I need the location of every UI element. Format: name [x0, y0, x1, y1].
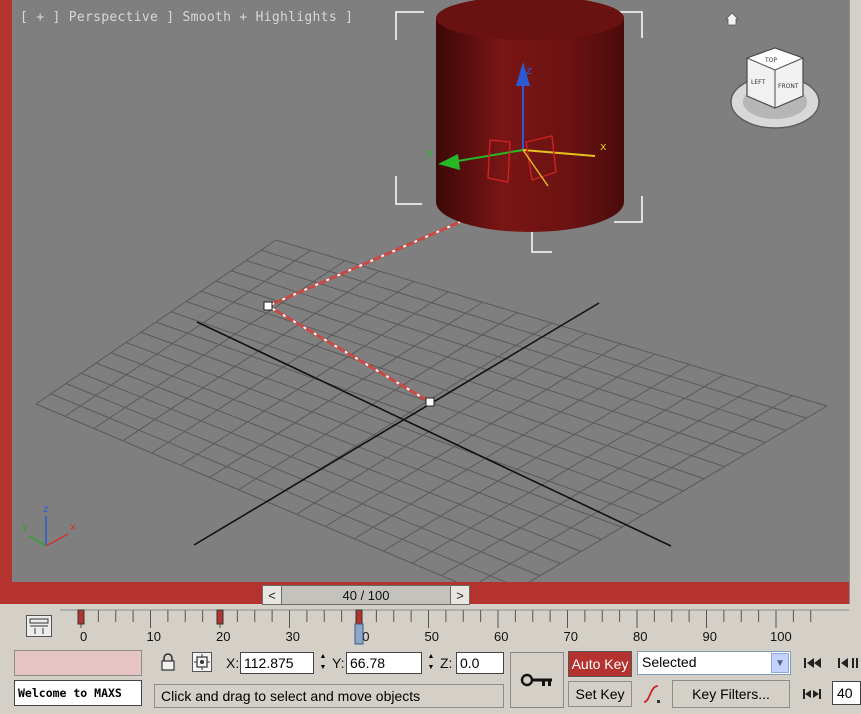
tripod-x-label: x — [70, 522, 76, 533]
spline-path[interactable] — [264, 220, 461, 404]
grid-line — [528, 405, 828, 582]
track-tick-label: 20 — [216, 629, 230, 644]
status-panel: Welcome to MAXS X: 112.875 ▲ ▼ Y: 66.78 ▲… — [0, 646, 861, 714]
key-icon — [520, 673, 552, 687]
view-cube-icon[interactable]: TOP FRONT LEFT — [727, 40, 823, 132]
lock-icon[interactable] — [160, 653, 176, 671]
grid-line — [95, 362, 582, 552]
command-panel-edge — [849, 0, 861, 604]
maxscript-listener-input[interactable] — [14, 650, 142, 676]
axis-tripod: z x y — [22, 504, 76, 547]
set-key-button[interactable]: Set Key — [568, 681, 632, 707]
y-coord-spinner[interactable]: ▲ ▼ — [426, 652, 436, 674]
view-cube-front-label: FRONT — [778, 83, 799, 90]
view-cube-left-label: LEFT — [751, 79, 765, 86]
key-tangent-icon[interactable] — [640, 682, 664, 706]
track-bar[interactable]: 0102030405060708090100 — [0, 606, 861, 646]
home-icon[interactable] — [725, 12, 739, 26]
x-coord-label: X: — [226, 655, 240, 671]
track-ticks — [60, 609, 849, 628]
grid-y-axis-line — [196, 321, 672, 547]
track-tick-label: 80 — [633, 629, 647, 644]
track-tick-label: 10 — [147, 629, 161, 644]
y-coord-field[interactable]: 66.78 — [346, 652, 422, 674]
viewport-scene[interactable]: x y z z x y — [12, 0, 849, 582]
key-selection-value: Selected — [642, 654, 697, 670]
spline-vertex[interactable] — [263, 301, 273, 311]
maxscript-listener-output[interactable]: Welcome to MAXS — [14, 680, 142, 706]
keyframe-marker[interactable] — [355, 609, 363, 625]
set-keys-button[interactable] — [510, 652, 564, 708]
previous-frame-icon[interactable] — [834, 653, 861, 673]
track-tick-label: 90 — [703, 629, 717, 644]
viewport-label-menu[interactable]: [ + ] Perspective ] Smooth + Highlights … — [20, 10, 353, 25]
current-frame-field[interactable]: 40 — [832, 681, 861, 705]
track-tick-label: 30 — [286, 629, 300, 644]
track-tick-label: 70 — [564, 629, 578, 644]
perspective-viewport[interactable]: x y z z x y [ + ] Perspective ] Smooth +… — [12, 0, 849, 582]
grid-line — [140, 331, 643, 516]
grid-line — [110, 352, 602, 540]
grid-line — [50, 393, 507, 582]
3dsmax-window: x y z z x y [ + ] Perspective ] Smooth +… — [0, 0, 861, 714]
key-selection-dropdown[interactable]: Selected ▼ — [637, 651, 791, 675]
track-tick-label: 60 — [494, 629, 508, 644]
z-coord-field[interactable]: 0.0 — [456, 652, 504, 674]
track-tick-label: 0 — [80, 629, 87, 644]
spline-vertex[interactable] — [425, 397, 435, 407]
x-coord-field[interactable]: 112.875 — [240, 652, 314, 674]
tripod-z-label: z — [43, 504, 48, 515]
prompt-line: Click and drag to select and move object… — [154, 684, 504, 708]
perspective-viewport-frame: x y z z x y [ + ] Perspective ] Smooth +… — [0, 0, 861, 604]
keyframe-marker[interactable] — [77, 609, 85, 625]
go-to-start-icon[interactable] — [800, 653, 824, 673]
key-mode-toggle-icon[interactable] — [800, 684, 824, 704]
grid-line — [440, 384, 759, 576]
grid-x-axis-line — [193, 302, 600, 546]
track-tick-label: 100 — [770, 629, 792, 644]
view-cube-top-label: TOP — [764, 57, 777, 64]
curve-editor-mini-icon[interactable] — [26, 615, 52, 637]
gizmo-y-label: y — [426, 146, 433, 159]
time-slider-next-button[interactable]: > — [450, 585, 470, 605]
track-bar-ruler[interactable]: 0102030405060708090100 — [0, 606, 861, 646]
gizmo-x-label: x — [600, 140, 607, 153]
auto-key-button[interactable]: Auto Key — [568, 651, 632, 677]
home-grid — [35, 239, 828, 582]
y-coord-label: Y: — [332, 655, 345, 671]
cylinder-object[interactable] — [436, 0, 624, 232]
chevron-down-icon[interactable]: ▼ — [771, 653, 789, 673]
current-frame-marker[interactable] — [354, 623, 364, 645]
gizmo-z-label: z — [526, 64, 532, 77]
time-slider-prev-button[interactable]: < — [262, 585, 282, 605]
track-tick-label: 50 — [425, 629, 439, 644]
absolute-mode-transform-icon[interactable] — [192, 652, 212, 672]
keyframe-marker[interactable] — [216, 609, 224, 625]
time-slider[interactable]: < 40 / 100 > — [262, 585, 470, 605]
x-coord-spinner[interactable]: ▲ ▼ — [318, 652, 328, 674]
tripod-y-label: y — [22, 522, 28, 533]
spline-path-dashes — [265, 221, 461, 403]
key-filters-button[interactable]: Key Filters... — [672, 680, 790, 708]
z-coord-label: Z: — [440, 655, 453, 671]
track-labels: 0102030405060708090100 — [80, 629, 792, 644]
time-slider-thumb[interactable]: 40 / 100 — [282, 585, 450, 605]
